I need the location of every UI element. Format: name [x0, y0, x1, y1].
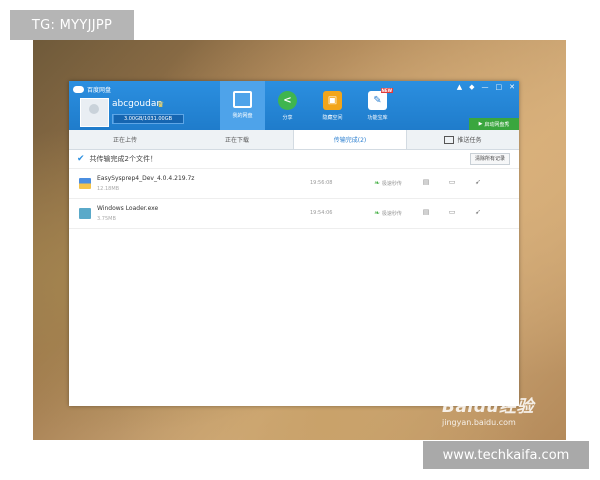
leaf-icon: ❧ — [374, 179, 380, 187]
main-nav: 我的网盘 < 分享 ▣ 隐藏空间 ✎ NEW 功能宝库 — [220, 81, 400, 130]
nav-toolbox[interactable]: ✎ NEW 功能宝库 — [355, 81, 400, 130]
quota-bar: 3.00GB/1031.00GB — [112, 114, 184, 124]
launch-show-button[interactable]: ▶ 启动网盘秀 — [469, 118, 519, 130]
file-time: 19:56:08 — [310, 180, 333, 186]
send-icon[interactable]: ➹ — [474, 208, 482, 216]
exe-file-icon — [79, 208, 91, 219]
file-time: 19:54:06 — [310, 210, 333, 216]
nav-my-disk[interactable]: 我的网盘 — [220, 81, 265, 130]
skin-icon[interactable]: ▲ — [457, 83, 462, 92]
nav-share[interactable]: < 分享 — [265, 81, 310, 130]
disk-icon — [233, 91, 252, 108]
monitor-icon — [444, 135, 455, 144]
clear-records-button[interactable]: 清除所有记录 — [469, 153, 510, 165]
baidu-jingyan-watermark: Baidu经验 jingyan.baidu.com — [442, 392, 554, 432]
file-size: 3.75MB — [97, 216, 116, 222]
nav-label: 隐藏空间 — [322, 115, 343, 121]
list-item[interactable]: Windows Loader.exe 3.75MB 19:54:06 ❧ 极速秒… — [69, 198, 519, 229]
file-status-text: 极速秒传 — [381, 180, 402, 187]
file-info-icon[interactable]: ▤ — [422, 178, 430, 186]
file-info-icon[interactable]: ▤ — [422, 208, 430, 216]
row-actions: ▤ ▭ ➹ — [422, 208, 482, 216]
archive-file-icon — [79, 178, 91, 189]
list-item[interactable]: EasySysprep4_Dev_4.0.4.219.7z 12.18MB 19… — [69, 168, 519, 198]
summary-text: 共传输完成2个文件！ — [89, 155, 158, 163]
nav-label: 我的网盘 — [232, 113, 253, 119]
file-status: ❧ 极速秒传 — [374, 179, 402, 187]
app-title-text: 百度网盘 — [87, 86, 112, 94]
file-status: ❧ 极速秒传 — [374, 209, 402, 217]
transfer-tabs: 正在上传 正在下载 传输完成(2) 推送任务 — [69, 130, 519, 150]
tab-downloading[interactable]: 正在下载 — [181, 130, 293, 149]
nav-hidden-space[interactable]: ▣ 隐藏空间 — [310, 81, 355, 130]
vip-crown-icon: ♛ — [157, 100, 165, 109]
close-icon[interactable]: ✕ — [509, 83, 515, 92]
file-list: EasySysprep4_Dev_4.0.4.219.7z 12.18MB 19… — [69, 168, 519, 229]
cloud-logo-icon — [73, 85, 84, 93]
lock-icon: ▣ — [323, 91, 342, 110]
new-badge: NEW — [380, 88, 393, 93]
leaf-icon: ❧ — [374, 209, 380, 217]
watermark-url: jingyan.baidu.com — [442, 418, 516, 427]
window-header: 百度网盘 ▲ ◆ — □ ✕ abcgoudan ♛ 3.00GB/1031.0… — [69, 81, 519, 130]
file-name: EasySysprep4_Dev_4.0.4.219.7z — [97, 175, 195, 182]
nav-label: 分享 — [282, 115, 293, 121]
tab-completed[interactable]: 传输完成(2) — [293, 130, 407, 149]
watermark-logo: Baidu经验 — [442, 397, 535, 417]
app-window: 百度网盘 ▲ ◆ — □ ✕ abcgoudan ♛ 3.00GB/1031.0… — [69, 81, 519, 406]
quota-text: 3.00GB/1031.00GB — [123, 116, 173, 122]
avatar[interactable] — [80, 98, 109, 127]
bottom-tag: www.techkaifa.com — [423, 441, 589, 469]
top-tag: TG: MYYJJPP — [10, 10, 134, 40]
open-folder-icon[interactable]: ▭ — [448, 178, 456, 186]
launch-show-label: 启动网盘秀 — [484, 121, 510, 128]
minimize-icon[interactable]: — — [482, 83, 489, 92]
tab-uploading[interactable]: 正在上传 — [69, 130, 181, 149]
maximize-icon[interactable]: □ — [496, 83, 503, 92]
play-icon: ▶ — [478, 121, 483, 127]
row-actions: ▤ ▭ ➹ — [422, 178, 482, 186]
tab-push-label: 推送任务 — [457, 137, 482, 144]
open-folder-icon[interactable]: ▭ — [448, 208, 456, 216]
file-size: 12.18MB — [97, 186, 120, 192]
window-controls: ▲ ◆ — □ ✕ — [457, 83, 515, 92]
summary-bar: ✔ 共传输完成2个文件！ 清除所有记录 — [69, 150, 519, 168]
nav-label: 功能宝库 — [367, 115, 388, 121]
file-status-text: 极速秒传 — [381, 210, 402, 217]
file-name: Windows Loader.exe — [97, 205, 159, 212]
tab-push-tasks[interactable]: 推送任务 — [407, 130, 519, 149]
send-icon[interactable]: ➹ — [474, 178, 482, 186]
app-title: 百度网盘 — [73, 83, 111, 95]
check-icon: ✔ — [77, 154, 85, 164]
share-icon: < — [278, 91, 297, 110]
quota-fill — [113, 115, 114, 123]
username[interactable]: abcgoudan — [112, 99, 162, 109]
settings-icon[interactable]: ◆ — [469, 83, 474, 92]
toolbox-icon: ✎ NEW — [368, 88, 393, 110]
